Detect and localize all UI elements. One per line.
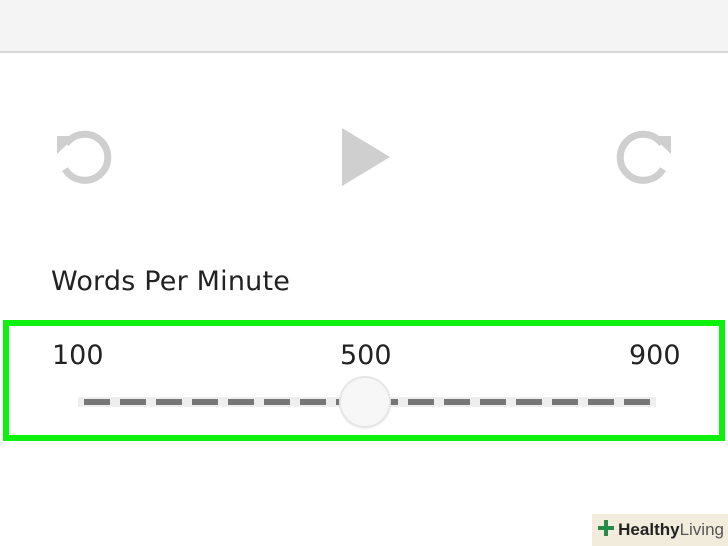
- play-icon: [336, 124, 396, 190]
- slider-mid-label: 500: [340, 340, 392, 371]
- watermark-bold-text: Healthy: [618, 520, 680, 539]
- forward-button[interactable]: [612, 124, 678, 190]
- rewind-button[interactable]: [50, 124, 116, 190]
- words-per-minute-label: Words Per Minute: [51, 266, 291, 297]
- watermark: HealthyLiving: [592, 514, 728, 546]
- play-button[interactable]: [336, 124, 396, 190]
- plus-icon: [598, 519, 615, 541]
- slider-min-label: 100: [52, 340, 104, 371]
- speed-slider-thumb[interactable]: [339, 376, 391, 428]
- forward-icon: [612, 124, 678, 190]
- slider-max-label: 900: [629, 340, 681, 371]
- watermark-light-text: Living: [679, 520, 724, 539]
- top-bar: [0, 0, 728, 53]
- rewind-icon: [50, 124, 116, 190]
